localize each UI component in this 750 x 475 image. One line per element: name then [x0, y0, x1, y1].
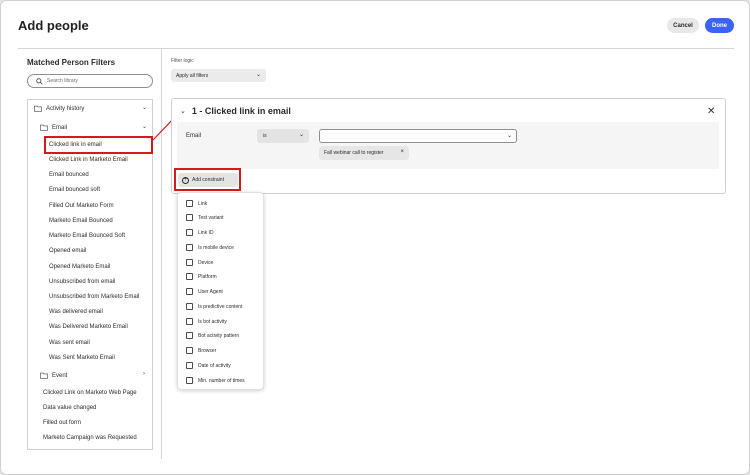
constraint-option-test-variant[interactable]: Test variant	[186, 214, 224, 221]
checkbox[interactable]	[186, 362, 193, 369]
cancel-button[interactable]: Cancel	[667, 18, 699, 33]
option-label: Min. number of times	[198, 377, 245, 384]
tree-item[interactable]: Unsubscribed from Marketo Email	[49, 294, 139, 300]
add-people-dialog: Add people Cancel Done Matched Person Fi…	[0, 0, 750, 475]
constraint-option-link[interactable]: Link	[186, 200, 207, 207]
chevron-down-icon: ⌄	[506, 133, 512, 139]
chevron-down-icon[interactable]: ⌄	[142, 123, 147, 130]
checkbox[interactable]	[186, 288, 193, 295]
option-label: Test variant	[198, 214, 224, 221]
tree-folder-activity-history[interactable]: Activity history	[34, 105, 84, 112]
constraint-option-min-number-of-times[interactable]: Min. number of times	[186, 377, 245, 384]
filter-card-header[interactable]: ⌄ 1 - Clicked link in email	[180, 106, 291, 116]
checkbox[interactable]	[186, 347, 193, 354]
dialog-title: Add people	[18, 18, 89, 33]
folder-icon	[40, 372, 48, 379]
add-constraint-label: Add constraint	[192, 177, 224, 183]
tree-item[interactable]: Unsubscribed from email	[49, 279, 115, 285]
option-label: Is bot activity	[198, 318, 227, 325]
tree-folder-email[interactable]: Email	[40, 124, 67, 131]
option-label: Platform	[198, 273, 217, 280]
constraint-option-user-agent[interactable]: User Agent	[186, 288, 223, 295]
checkbox[interactable]	[186, 259, 193, 266]
tree-item[interactable]: Filled Out Marketo Form	[49, 203, 114, 209]
field-label: Email	[186, 133, 202, 139]
option-label: Device	[198, 259, 214, 266]
tree-item[interactable]: Clicked Link in Marketo Email	[49, 157, 128, 163]
tree-item[interactable]: Clicked Link on Marketo Web Page	[43, 390, 137, 396]
add-constraint-button[interactable]: + Add constraint	[178, 173, 238, 187]
close-icon[interactable]: ✕	[707, 106, 715, 117]
chevron-down-icon[interactable]: ⌄	[180, 107, 186, 115]
search-field[interactable]	[27, 74, 153, 88]
operator-select[interactable]: is ⌄	[257, 129, 309, 143]
checkbox[interactable]	[186, 229, 193, 236]
chevron-down-icon: ⌄	[255, 72, 261, 78]
tree-item[interactable]: Opened Marketo Email	[49, 264, 110, 270]
checkbox[interactable]	[186, 273, 193, 280]
selected-item-highlight	[44, 136, 153, 154]
constraint-option-is-predictive-content[interactable]: Is predictive content	[186, 303, 242, 310]
remove-tag-icon[interactable]: ×	[400, 149, 404, 155]
chevron-down-icon[interactable]: ⌄	[142, 104, 147, 111]
tree-folder-label: Email	[52, 124, 68, 131]
constraint-option-is-mobile-device[interactable]: Is mobile device	[186, 244, 234, 251]
tree-item[interactable]: Opened email	[49, 248, 86, 254]
search-icon	[36, 77, 43, 85]
filter-logic-select[interactable]: Apply all filters ⌄	[171, 69, 266, 82]
tree-item[interactable]: Marketo Campaign was Requested	[43, 435, 137, 441]
folder-icon	[40, 124, 48, 131]
tree-item[interactable]: Filled out form	[43, 420, 81, 426]
left-panel-title: Matched Person Filters	[27, 58, 116, 67]
tree-item[interactable]: Email bounced soft	[49, 187, 100, 193]
constraint-option-device[interactable]: Device	[186, 259, 213, 266]
done-button[interactable]: Done	[705, 18, 734, 33]
chevron-down-icon: ⌄	[298, 132, 304, 138]
constraint-option-bot-activity-pattern[interactable]: Bot activity pattern	[186, 332, 239, 339]
tree-item[interactable]: Marketo Email Bounced Soft	[49, 233, 125, 239]
tree-item[interactable]: Data value changed	[43, 405, 96, 411]
search-input[interactable]	[47, 78, 147, 84]
option-label: Link ID	[198, 229, 214, 236]
option-label: Link	[198, 200, 208, 207]
tree-item[interactable]: Marketo Email Bounced	[49, 218, 113, 224]
tree-item[interactable]: Was Delivered Marketo Email	[49, 324, 128, 330]
tree-folder-label: Event	[52, 372, 68, 379]
tree-item[interactable]: Was delivered email	[49, 309, 103, 315]
checkbox[interactable]	[186, 332, 193, 339]
filter-logic-value: Apply all filters	[176, 72, 209, 79]
tag-label: Fall webinar call to register	[324, 150, 384, 156]
operator-value: is	[263, 133, 267, 139]
add-circle-icon: +	[182, 176, 189, 184]
option-label: User Agent	[198, 288, 223, 295]
constraint-option-browser[interactable]: Browser	[186, 347, 216, 354]
folder-icon	[34, 105, 42, 112]
option-label: Is predictive content	[198, 303, 243, 310]
checkbox[interactable]	[186, 303, 193, 310]
filter-logic-label: Filter logic	[171, 58, 194, 64]
tree-folder-label: Activity history	[46, 105, 85, 112]
constraint-option-link-id[interactable]: Link ID	[186, 229, 214, 236]
value-select[interactable]: ⌄	[319, 129, 517, 143]
tree-item[interactable]: Was Sent Marketo Email	[49, 355, 115, 361]
value-tag: Fall webinar call to register ×	[319, 146, 409, 160]
tree-item[interactable]: Was sent email	[49, 340, 90, 346]
option-label: Is mobile device	[198, 244, 234, 251]
checkbox[interactable]	[186, 200, 193, 207]
chevron-right-icon[interactable]: ›	[143, 371, 145, 377]
checkbox[interactable]	[186, 214, 193, 221]
constraint-option-is-bot-activity[interactable]: Is bot activity	[186, 318, 227, 325]
constraint-option-platform[interactable]: Platform	[186, 273, 217, 280]
constraint-option-date-of-activity[interactable]: Date of activity	[186, 362, 231, 369]
header-divider	[18, 48, 734, 49]
option-label: Bot activity pattern	[198, 332, 240, 339]
tree-item[interactable]: Email bounced	[49, 172, 89, 178]
option-label: Browser	[198, 347, 217, 354]
checkbox[interactable]	[186, 377, 193, 384]
filter-card-title: 1 - Clicked link in email	[191, 106, 291, 116]
checkbox[interactable]	[186, 244, 193, 251]
option-label: Date of activity	[198, 362, 231, 369]
checkbox[interactable]	[186, 318, 193, 325]
tree-folder-event[interactable]: Event	[40, 372, 67, 379]
